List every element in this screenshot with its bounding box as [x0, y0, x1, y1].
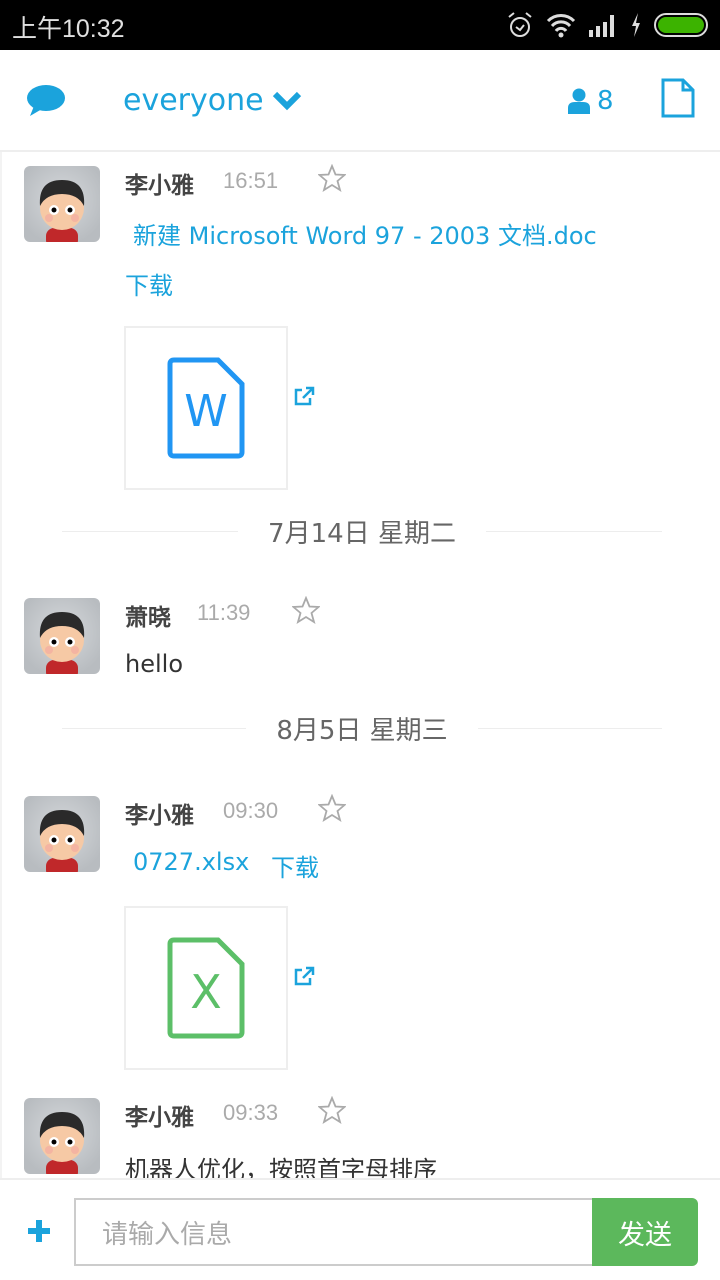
star-icon[interactable]: [292, 596, 320, 624]
message-list[interactable]: 李小雅 16:51 新建 Microsoft Word 97 - 2003 文档…: [0, 152, 720, 1178]
message-time: 11:39: [197, 600, 251, 625]
star-icon[interactable]: [318, 1096, 346, 1124]
star-icon[interactable]: [318, 164, 346, 192]
external-link-icon[interactable]: [293, 966, 315, 986]
channel-selector[interactable]: everyone: [123, 83, 302, 118]
excel-document-icon: X: [167, 937, 245, 1039]
message-text: 机器人优化，按照首字母排序: [125, 1156, 437, 1178]
signal-icon: [589, 15, 614, 37]
download-link[interactable]: 下载: [125, 266, 173, 301]
sender-name: 李小雅: [125, 803, 194, 829]
avatar[interactable]: [24, 796, 100, 872]
word-document-icon: W: [167, 357, 245, 459]
star-icon[interactable]: [318, 794, 346, 822]
compose-bar: 请输入信息 发送: [0, 1178, 720, 1280]
chat-header: everyone 8: [0, 50, 720, 152]
file-letter: X: [190, 965, 222, 1019]
download-link[interactable]: 下载: [271, 848, 319, 883]
avatar-image: [39, 180, 85, 242]
charging-icon: [632, 13, 640, 37]
file-link[interactable]: 新建 Microsoft Word 97 - 2003 文档.doc: [133, 216, 597, 251]
date-label: 7月14日 星期二: [268, 518, 456, 549]
message-text: hello: [125, 650, 183, 678]
message-time: 09:30: [223, 798, 279, 823]
chevron-down-icon: [272, 91, 301, 110]
status-bar: 上午10:32: [0, 0, 720, 50]
chat-bubble-icon[interactable]: [26, 84, 66, 118]
external-link-icon[interactable]: [293, 386, 315, 406]
sender-name: 李小雅: [125, 173, 194, 199]
avatar[interactable]: [24, 166, 100, 242]
wifi-icon: [546, 14, 576, 38]
file-link[interactable]: 0727.xlsx: [133, 848, 249, 876]
avatar[interactable]: [24, 598, 100, 674]
battery-icon: [654, 13, 708, 37]
date-divider: 8月5日 星期三: [62, 708, 663, 748]
message-time: 16:51: [223, 168, 279, 193]
channel-name: everyone: [123, 83, 264, 118]
message-input[interactable]: 请输入信息: [74, 1198, 592, 1266]
member-count: 8: [597, 86, 614, 116]
send-button[interactable]: 发送: [592, 1198, 698, 1266]
avatar[interactable]: [24, 1098, 100, 1174]
date-label: 8月5日 星期三: [276, 715, 448, 746]
avatar-image: [39, 1112, 85, 1174]
plus-icon[interactable]: [26, 1218, 52, 1244]
message-time: 09:33: [223, 1100, 279, 1125]
file-preview[interactable]: X: [124, 906, 288, 1070]
file-preview[interactable]: W: [124, 326, 288, 490]
members-button[interactable]: 8: [567, 86, 614, 116]
file-icon[interactable]: [661, 78, 695, 118]
avatar-image: [39, 810, 85, 872]
file-letter: W: [184, 386, 228, 437]
alarm-icon: [508, 12, 532, 37]
date-divider: 7月14日 星期二: [62, 511, 662, 551]
status-time: 上午10:32: [12, 15, 125, 43]
user-icon: [568, 88, 590, 114]
status-icons: [506, 10, 710, 40]
avatar-image: [39, 612, 85, 674]
sender-name: 李小雅: [125, 1105, 194, 1131]
sender-name: 萧晓: [125, 605, 171, 631]
